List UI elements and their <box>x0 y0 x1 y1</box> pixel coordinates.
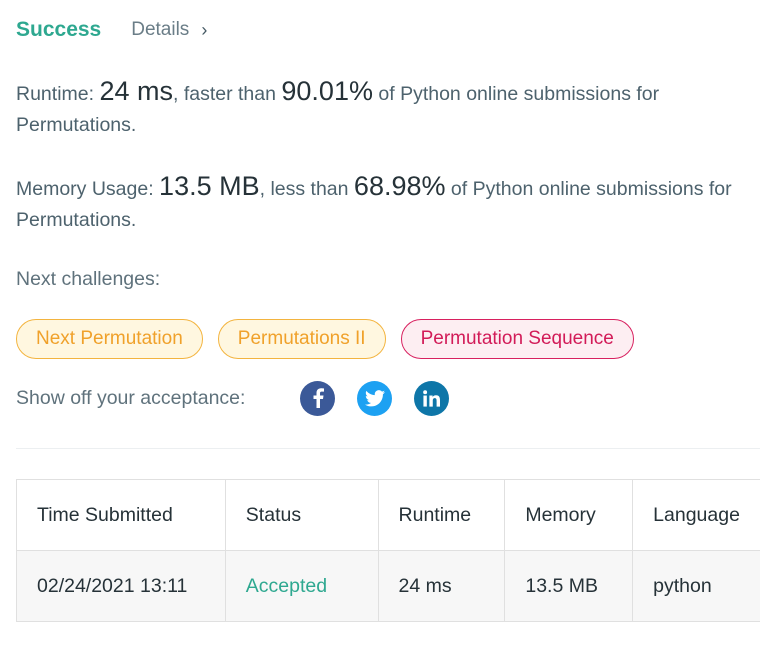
column-header-memory: Memory <box>504 479 634 551</box>
memory-summary: Memory Usage: 13.5 MB, less than 68.98% … <box>16 171 751 236</box>
details-label: Details <box>131 19 190 40</box>
runtime-percent: 90.01% <box>281 76 373 106</box>
next-challenges-list: Next Permutation Permutations II Permuta… <box>16 319 634 359</box>
column-header-runtime: Runtime <box>377 479 506 551</box>
details-link[interactable]: Details › <box>131 19 207 41</box>
status-title: Success <box>16 18 102 41</box>
next-challenges-label: Next challenges: <box>16 268 161 290</box>
share-row: Show off your acceptance: <box>16 380 471 416</box>
facebook-icon[interactable] <box>300 380 335 416</box>
cell-language: python <box>632 550 760 622</box>
runtime-summary: Runtime: 24 ms, faster than 90.01% of Py… <box>16 76 751 141</box>
chevron-right-icon: › <box>201 19 208 40</box>
column-header-status: Status <box>224 479 379 551</box>
share-label: Show off your acceptance: <box>16 386 246 409</box>
cell-runtime: 24 ms <box>377 550 506 622</box>
memory-label: Memory Usage: <box>16 178 154 200</box>
challenge-permutations-ii[interactable]: Permutations II <box>217 319 386 359</box>
submissions-table: Time Submitted Status Runtime Memory Lan… <box>16 479 760 622</box>
table-row: 02/24/2021 13:11 Accepted 24 ms 13.5 MB … <box>16 550 760 622</box>
runtime-value: 24 ms <box>99 76 173 106</box>
challenge-permutation-sequence[interactable]: Permutation Sequence <box>400 319 634 359</box>
cell-status-link[interactable]: Accepted <box>224 550 379 622</box>
twitter-icon[interactable] <box>357 380 392 416</box>
runtime-comparison: , faster than <box>172 83 282 105</box>
result-header: Success Details › <box>16 14 207 46</box>
challenge-next-permutation[interactable]: Next Permutation <box>16 319 203 359</box>
table-header-row: Time Submitted Status Runtime Memory Lan… <box>16 479 760 551</box>
column-header-time-submitted: Time Submitted <box>16 479 226 551</box>
section-divider <box>16 448 760 449</box>
cell-memory: 13.5 MB <box>504 550 634 622</box>
column-header-language: Language <box>632 479 760 551</box>
memory-percent: 68.98% <box>353 171 446 201</box>
cell-time-submitted: 02/24/2021 13:11 <box>16 550 226 622</box>
memory-value: 13.5 MB <box>159 171 260 201</box>
linkedin-icon[interactable] <box>414 380 449 416</box>
submission-result-page: Success Details › Runtime: 24 ms, faster… <box>0 0 760 651</box>
runtime-label: Runtime: <box>16 83 95 105</box>
memory-comparison: , less than <box>259 178 354 200</box>
